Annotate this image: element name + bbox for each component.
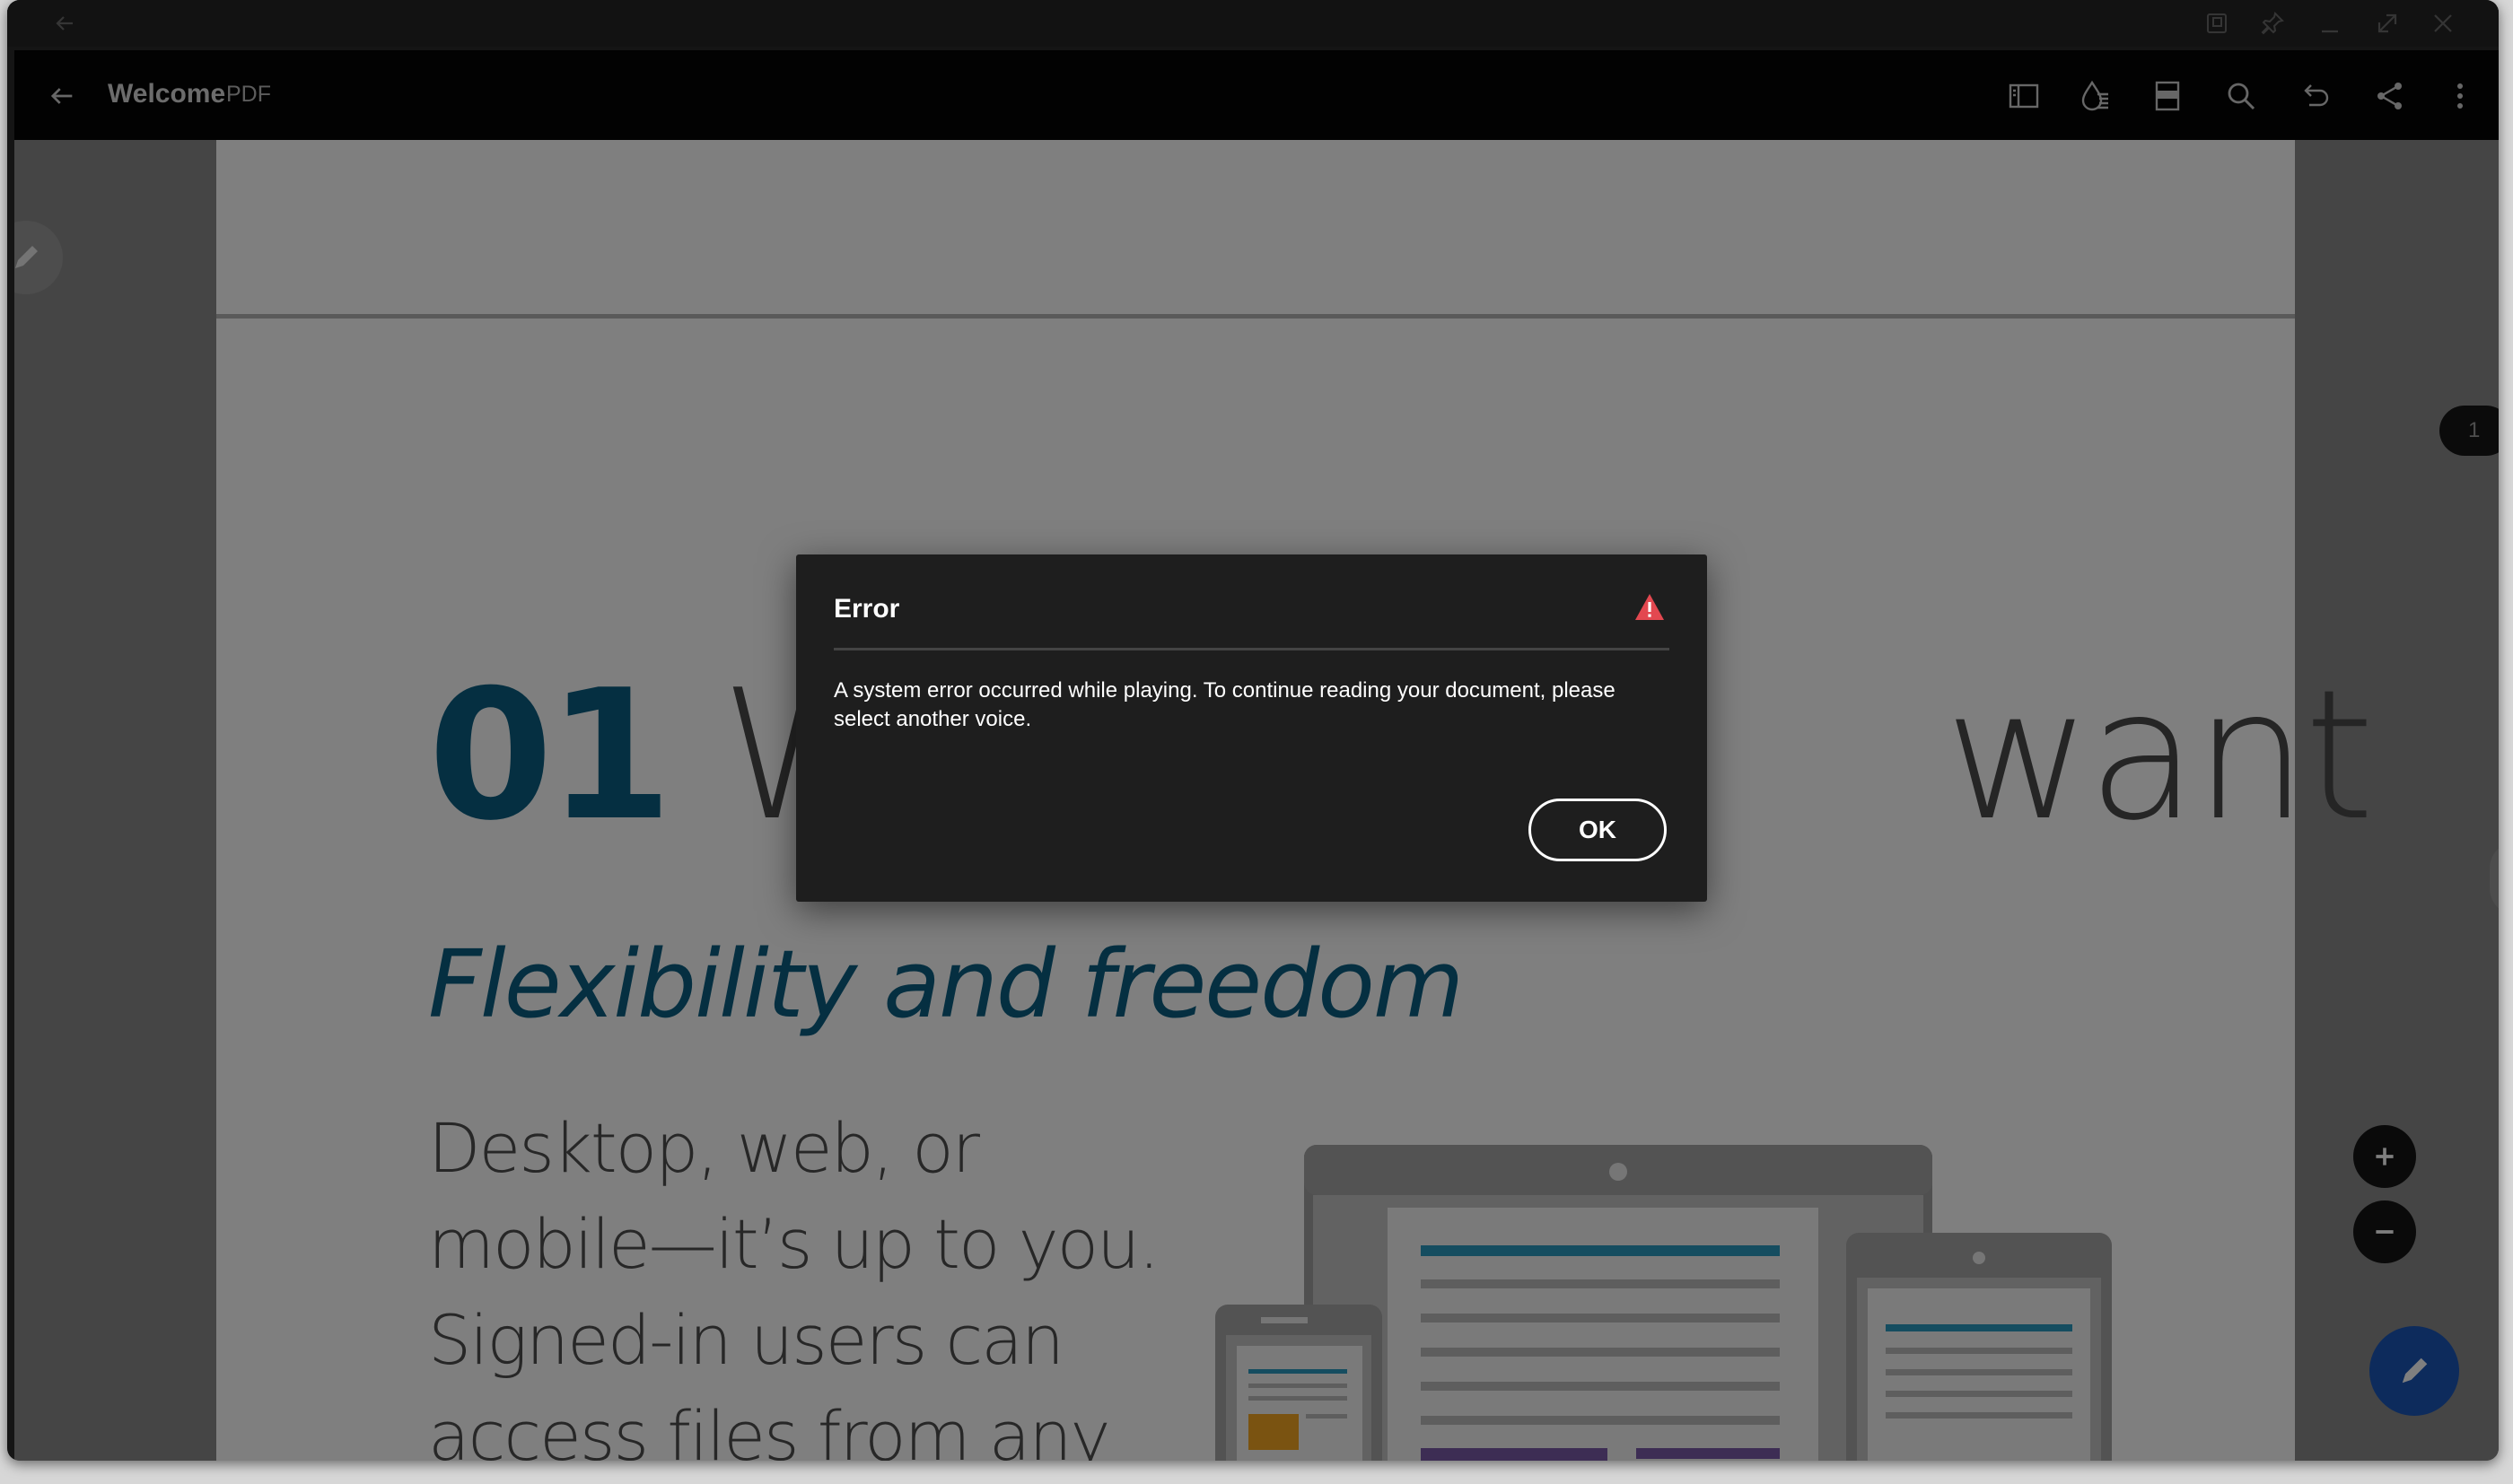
dialog-message: A system error occurred while playing. T… <box>834 678 1616 731</box>
ok-button[interactable]: OK <box>1528 799 1667 861</box>
error-dialog: Error A system error occurred while play… <box>796 554 1707 902</box>
dialog-divider <box>834 648 1669 650</box>
warning-icon <box>1635 594 1664 620</box>
dialog-title: Error <box>834 594 900 624</box>
